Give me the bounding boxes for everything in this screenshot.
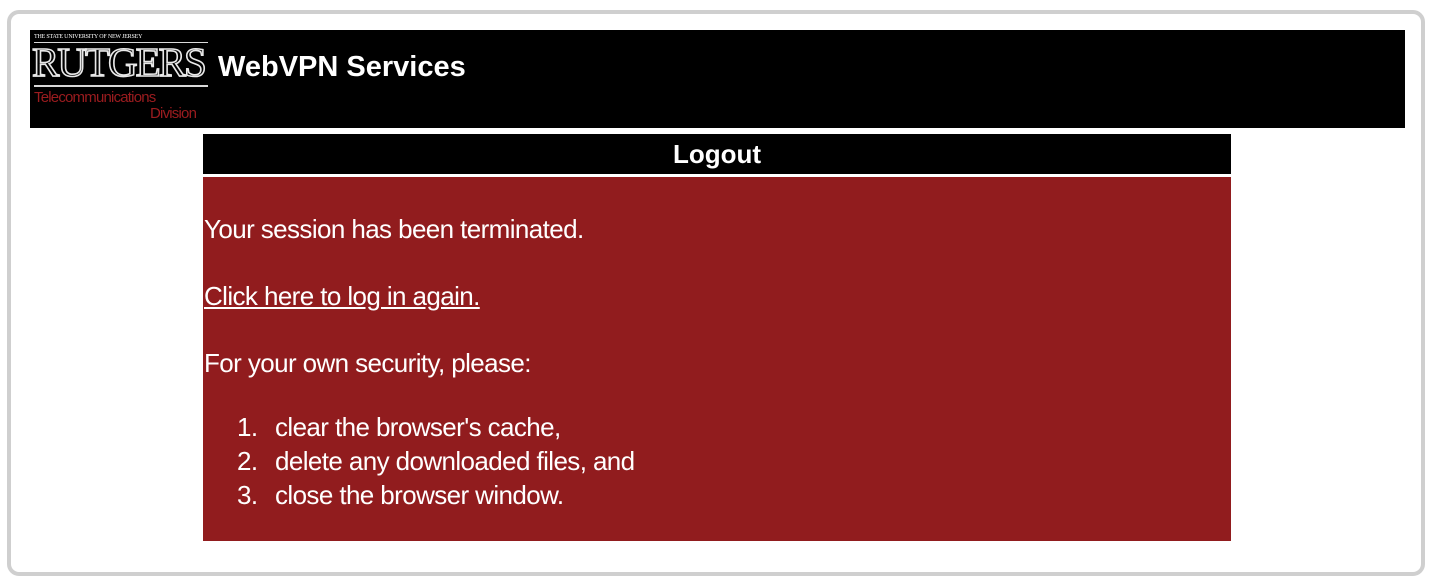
step-text: close the browser window. <box>275 480 564 510</box>
relogin-link[interactable]: Click here to log in again. <box>204 280 480 312</box>
step-number: 1. <box>237 412 258 442</box>
session-terminated-message: Your session has been terminated. <box>204 214 584 244</box>
list-item: 2. delete any downloaded files, and <box>237 444 635 478</box>
page-header: THE STATE UNIVERSITY OF NEW JERSEY RUTGE… <box>30 30 1405 128</box>
security-intro: For your own security, please: <box>204 348 531 378</box>
logo-department-line2: Division <box>150 105 197 122</box>
step-text: delete any downloaded files, and <box>275 446 635 476</box>
logout-panel: Your session has been terminated. Click … <box>203 177 1231 541</box>
logo-wordmark: RUTGERS <box>31 39 207 85</box>
security-steps-list: 1. clear the browser's cache, 2. delete an… <box>237 410 635 512</box>
logo-department-line1: Telecommunications <box>34 89 156 106</box>
page-title: WebVPN Services <box>218 51 466 83</box>
logo-divider-bottom <box>34 85 208 87</box>
list-item: 3. close the browser window. <box>237 478 635 512</box>
step-number: 2. <box>237 446 258 476</box>
step-number: 3. <box>237 480 258 510</box>
rutgers-logo: THE STATE UNIVERSITY OF NEW JERSEY RUTGE… <box>31 34 210 124</box>
step-text: clear the browser's cache, <box>275 412 561 442</box>
panel-title: Logout <box>203 134 1231 174</box>
list-item: 1. clear the browser's cache, <box>237 410 635 444</box>
